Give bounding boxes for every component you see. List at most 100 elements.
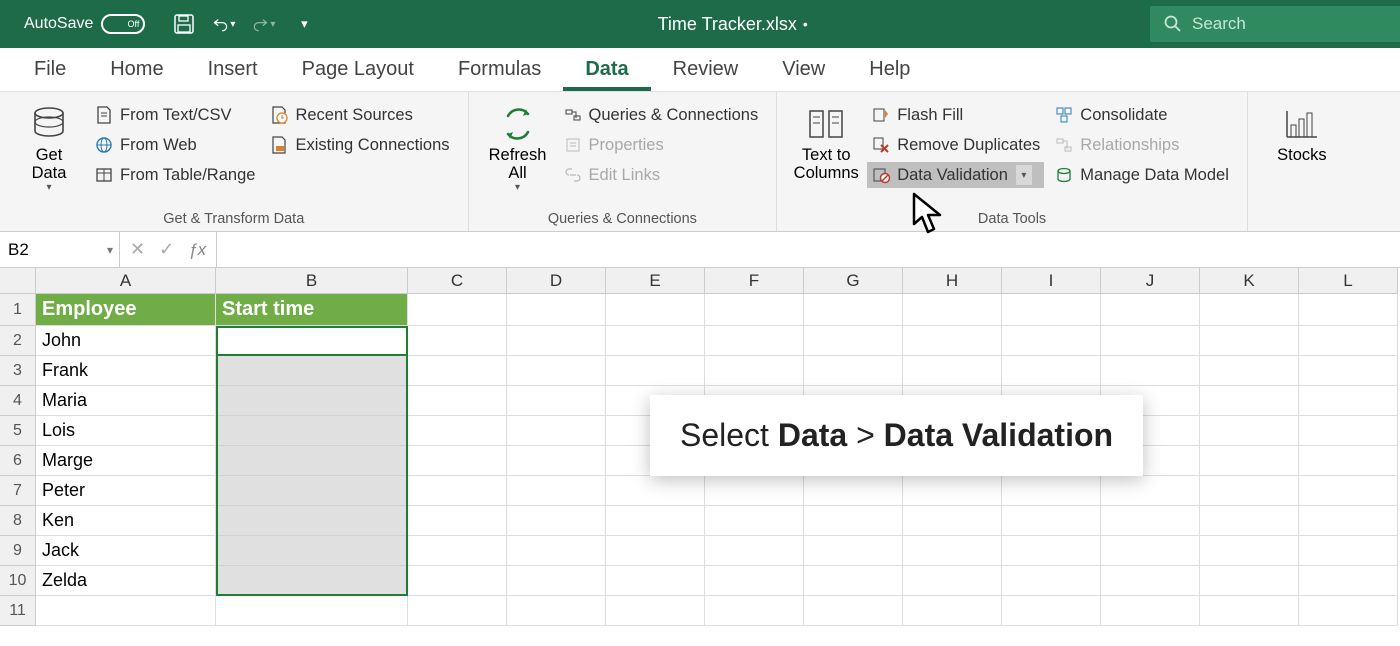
cell[interactable] (408, 506, 507, 536)
cell[interactable]: John (36, 326, 216, 356)
cell[interactable] (408, 356, 507, 386)
col-header-f[interactable]: F (705, 268, 804, 294)
row-header[interactable]: 4 (0, 386, 36, 416)
cell[interactable] (1101, 536, 1200, 566)
cell[interactable] (1200, 596, 1299, 626)
cell[interactable] (1101, 326, 1200, 356)
cell[interactable] (1299, 356, 1398, 386)
col-header-k[interactable]: K (1200, 268, 1299, 294)
cell[interactable] (36, 596, 216, 626)
cell[interactable] (903, 326, 1002, 356)
qat-customize-icon[interactable]: ▾ (293, 13, 315, 35)
formula-input[interactable] (217, 232, 1400, 267)
cell[interactable]: Maria (36, 386, 216, 416)
tab-insert[interactable]: Insert (186, 48, 280, 91)
cell[interactable] (606, 566, 705, 596)
manage-data-model-button[interactable]: Manage Data Model (1050, 162, 1233, 188)
cell[interactable] (1101, 476, 1200, 506)
select-all-corner[interactable] (0, 268, 36, 294)
col-header-j[interactable]: J (1101, 268, 1200, 294)
cell[interactable] (1200, 416, 1299, 446)
cell[interactable] (804, 566, 903, 596)
cell[interactable] (1002, 476, 1101, 506)
cell[interactable] (606, 356, 705, 386)
existing-connections-button[interactable]: Existing Connections (265, 132, 453, 158)
cell[interactable] (903, 536, 1002, 566)
tab-formulas[interactable]: Formulas (436, 48, 563, 91)
cell[interactable] (804, 356, 903, 386)
text-to-columns-button[interactable]: Text to Columns (791, 100, 861, 209)
cell[interactable] (408, 536, 507, 566)
cell[interactable] (216, 416, 408, 446)
row-header[interactable]: 9 (0, 536, 36, 566)
search-box[interactable]: Search (1150, 6, 1400, 42)
tab-page-layout[interactable]: Page Layout (280, 48, 436, 91)
cell[interactable] (1200, 536, 1299, 566)
cell[interactable] (1101, 356, 1200, 386)
cell[interactable]: Marge (36, 446, 216, 476)
col-header-e[interactable]: E (606, 268, 705, 294)
cell[interactable]: Jack (36, 536, 216, 566)
row-header[interactable]: 8 (0, 506, 36, 536)
cell[interactable] (903, 356, 1002, 386)
tab-data[interactable]: Data (563, 48, 650, 91)
cell[interactable] (804, 476, 903, 506)
cell[interactable] (507, 476, 606, 506)
col-header-d[interactable]: D (507, 268, 606, 294)
cell[interactable] (507, 536, 606, 566)
cell[interactable] (1299, 536, 1398, 566)
cell[interactable]: Ken (36, 506, 216, 536)
cell-b1[interactable]: Start time (216, 294, 408, 326)
cell[interactable] (903, 596, 1002, 626)
fx-icon[interactable]: ƒx (188, 240, 206, 260)
tab-review[interactable]: Review (651, 48, 761, 91)
cell[interactable] (408, 566, 507, 596)
row-header[interactable]: 11 (0, 596, 36, 626)
col-header-i[interactable]: I (1002, 268, 1101, 294)
cell[interactable] (1002, 294, 1101, 326)
cell[interactable] (507, 506, 606, 536)
row-header[interactable]: 5 (0, 416, 36, 446)
cell[interactable] (1299, 326, 1398, 356)
cell[interactable] (507, 596, 606, 626)
name-box[interactable]: B2 (0, 232, 120, 267)
cell[interactable] (804, 596, 903, 626)
cell[interactable] (705, 294, 804, 326)
cell[interactable] (606, 476, 705, 506)
cell[interactable] (1002, 596, 1101, 626)
cell[interactable] (1101, 566, 1200, 596)
from-text-csv-button[interactable]: From Text/CSV (90, 102, 259, 128)
cell[interactable] (606, 596, 705, 626)
cell[interactable] (804, 294, 903, 326)
col-header-l[interactable]: L (1299, 268, 1398, 294)
cell[interactable] (804, 506, 903, 536)
cell[interactable] (507, 326, 606, 356)
cell[interactable] (408, 416, 507, 446)
cell[interactable] (1299, 506, 1398, 536)
cell[interactable] (705, 566, 804, 596)
data-validation-dropdown-icon[interactable]: ▾ (1016, 165, 1032, 185)
cell[interactable] (408, 476, 507, 506)
cell[interactable]: Lois (36, 416, 216, 446)
cell[interactable] (1002, 356, 1101, 386)
cell[interactable] (1299, 386, 1398, 416)
cell[interactable] (1101, 596, 1200, 626)
cell[interactable] (1299, 596, 1398, 626)
cell[interactable] (216, 506, 408, 536)
data-validation-button[interactable]: Data Validation ▾ (867, 162, 1044, 188)
cell[interactable] (1002, 566, 1101, 596)
cell[interactable]: Frank (36, 356, 216, 386)
cell[interactable] (507, 294, 606, 326)
from-web-button[interactable]: From Web (90, 132, 259, 158)
cell[interactable] (705, 476, 804, 506)
tab-help[interactable]: Help (847, 48, 932, 91)
autosave-switch[interactable]: Off (101, 14, 145, 34)
cell[interactable] (216, 446, 408, 476)
autosave-toggle[interactable]: AutoSave Off (24, 14, 145, 34)
row-header[interactable]: 6 (0, 446, 36, 476)
undo-icon[interactable]: ▾ (213, 13, 235, 35)
cell[interactable] (1002, 506, 1101, 536)
cell[interactable] (903, 506, 1002, 536)
cell[interactable] (1299, 294, 1398, 326)
recent-sources-button[interactable]: Recent Sources (265, 102, 453, 128)
